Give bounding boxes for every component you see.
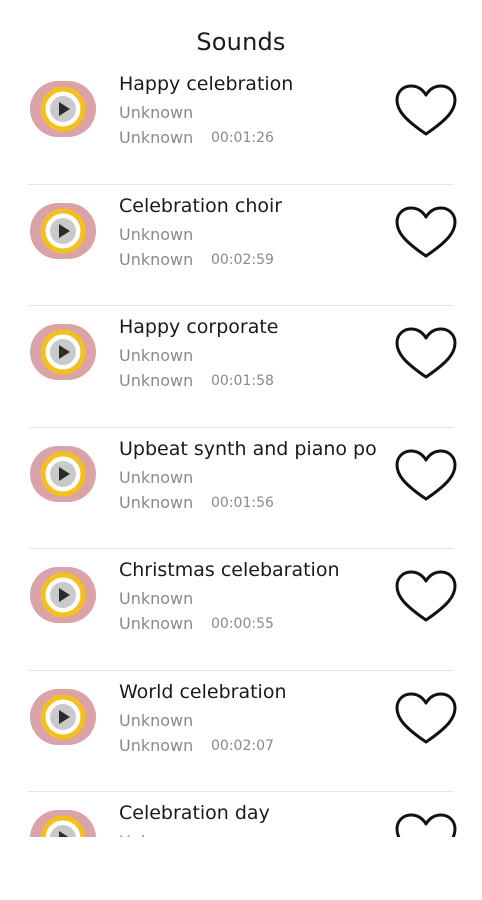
heart-icon[interactable] bbox=[394, 205, 458, 261]
sound-duration: 00:00:55 bbox=[211, 616, 274, 632]
sound-duration: 00:02:07 bbox=[211, 737, 274, 754]
list-item[interactable]: Celebration choir Unknown Unknown 00:02:… bbox=[0, 185, 482, 307]
heart-icon[interactable] bbox=[394, 448, 458, 504]
sound-title: Christmas celebaration bbox=[119, 559, 340, 581]
sound-album: Unknown bbox=[119, 735, 194, 755]
sound-artist: Unknown bbox=[119, 346, 194, 365]
play-icon[interactable] bbox=[30, 687, 96, 747]
play-icon[interactable] bbox=[30, 201, 96, 261]
sound-artist: Unknown bbox=[119, 589, 194, 608]
play-icon[interactable] bbox=[30, 565, 96, 625]
sound-duration: 00:01:56 bbox=[211, 494, 274, 511]
sound-album: Unknown bbox=[119, 249, 194, 269]
sound-album: Unknown bbox=[119, 128, 194, 147]
list-item[interactable]: Happy corporate Unknown Unknown 00:01:58 bbox=[0, 306, 482, 428]
heart-icon[interactable] bbox=[394, 569, 458, 625]
heart-icon[interactable] bbox=[394, 812, 458, 837]
sound-artist: Unknown bbox=[119, 832, 193, 837]
list-item[interactable]: Upbeat synth and piano pop Unknown Unkno… bbox=[0, 428, 482, 550]
list-item[interactable]: Celebration day Unknown Unknown bbox=[0, 792, 482, 837]
sound-album: Unknown bbox=[119, 371, 194, 390]
heart-icon[interactable] bbox=[394, 83, 458, 139]
heart-icon[interactable] bbox=[394, 691, 458, 747]
play-icon[interactable] bbox=[30, 444, 96, 504]
sound-artist: Unknown bbox=[119, 710, 194, 730]
list-item[interactable]: Happy celebration Unknown Unknown 00:01:… bbox=[0, 63, 482, 185]
sound-duration: 00:01:26 bbox=[211, 130, 274, 146]
sound-album: Unknown bbox=[119, 614, 194, 633]
play-icon[interactable] bbox=[30, 322, 96, 382]
play-icon[interactable] bbox=[30, 808, 96, 837]
sound-artist: Unknown bbox=[119, 224, 194, 244]
sound-artist: Unknown bbox=[119, 103, 194, 122]
list-item[interactable]: World celebration Unknown Unknown 00:02:… bbox=[0, 671, 482, 793]
sound-title: Celebration day bbox=[119, 802, 270, 824]
sound-title: Celebration choir bbox=[119, 194, 283, 217]
heart-icon[interactable] bbox=[394, 326, 458, 382]
play-icon[interactable] bbox=[30, 79, 96, 139]
sound-title: Happy celebration bbox=[119, 73, 294, 95]
list-item[interactable]: Christmas celebaration Unknown Unknown 0… bbox=[0, 549, 482, 671]
sound-artist: Unknown bbox=[119, 467, 194, 487]
sound-duration: 00:01:58 bbox=[211, 373, 274, 389]
sound-album: Unknown bbox=[119, 492, 194, 512]
sound-duration: 00:02:59 bbox=[211, 251, 274, 268]
sound-list[interactable]: Happy celebration Unknown Unknown 00:01:… bbox=[0, 63, 482, 837]
sound-title: Upbeat synth and piano pop bbox=[119, 437, 377, 460]
page-title: Sounds bbox=[196, 28, 286, 56]
sound-title: World celebration bbox=[119, 680, 287, 703]
sound-title: Happy corporate bbox=[119, 316, 279, 338]
